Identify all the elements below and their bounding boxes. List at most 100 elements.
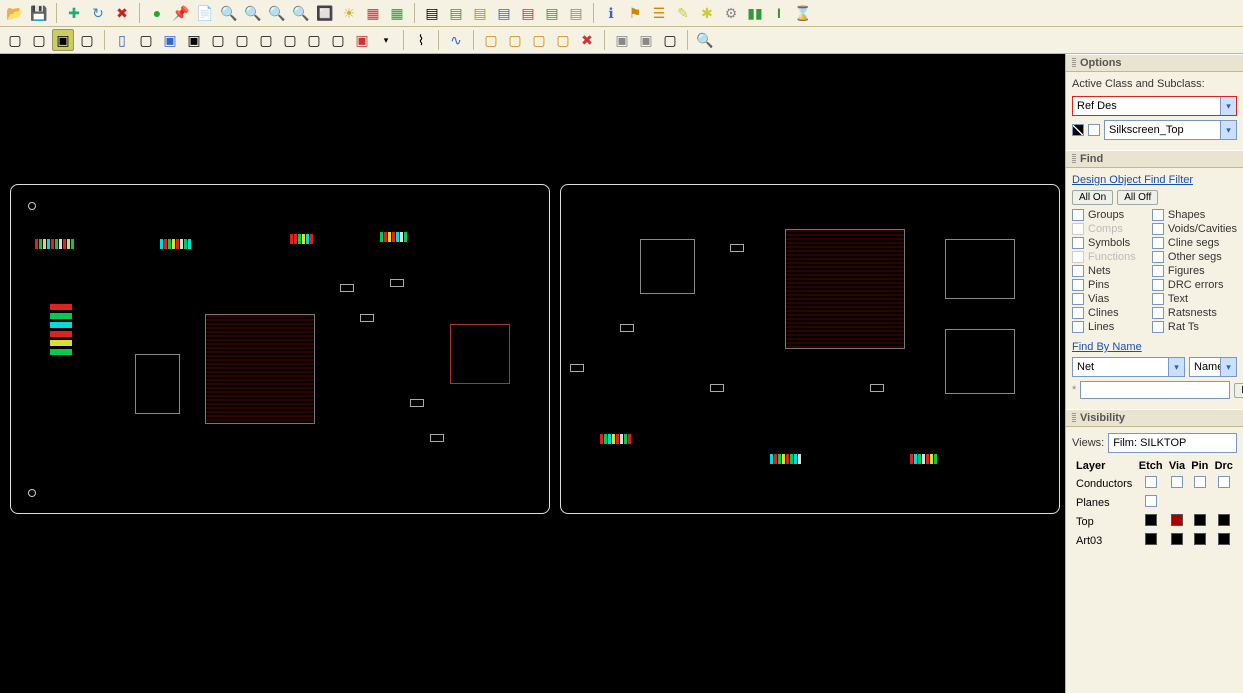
- layer-color-swatch[interactable]: [1171, 514, 1183, 526]
- table-icon[interactable]: ▤: [469, 2, 491, 24]
- table-icon[interactable]: ▤: [517, 2, 539, 24]
- views-dropdown[interactable]: Film: SILKTOP: [1108, 433, 1237, 453]
- options-panel-header[interactable]: Options: [1066, 54, 1243, 72]
- vis-checkbox[interactable]: [1145, 495, 1157, 507]
- plus-icon[interactable]: ✚: [63, 2, 85, 24]
- design-canvas[interactable]: [0, 54, 1065, 693]
- dot-green-icon[interactable]: ●: [146, 2, 168, 24]
- table-icon[interactable]: ▤: [493, 2, 515, 24]
- subclass-color-swatch[interactable]: [1072, 124, 1084, 136]
- tool-icon[interactable]: ▣: [183, 29, 205, 51]
- filter-checkbox[interactable]: [1072, 321, 1084, 333]
- layer-color-swatch[interactable]: [1145, 514, 1157, 526]
- flag-icon[interactable]: ⚑: [624, 2, 646, 24]
- tool-icon[interactable]: ▢: [255, 29, 277, 51]
- tool-icon[interactable]: ▢: [135, 29, 157, 51]
- tool-icon[interactable]: ✖: [576, 29, 598, 51]
- zoom-fit-icon[interactable]: 🔍: [218, 2, 240, 24]
- vis-checkbox[interactable]: [1145, 476, 1157, 488]
- find-panel-header[interactable]: Find: [1066, 150, 1243, 168]
- layer-color-swatch[interactable]: [1218, 533, 1230, 545]
- vis-checkbox[interactable]: [1218, 476, 1230, 488]
- layer-color-swatch[interactable]: [1171, 533, 1183, 545]
- sun-icon[interactable]: ☀: [338, 2, 360, 24]
- tool-icon[interactable]: ▣: [52, 29, 74, 51]
- table-icon[interactable]: ▤: [445, 2, 467, 24]
- layer-color-swatch[interactable]: [1145, 533, 1157, 545]
- filter-checkbox[interactable]: [1152, 293, 1164, 305]
- bars-green-icon[interactable]: ▮▮: [744, 2, 766, 24]
- rotate-icon[interactable]: ↻: [87, 2, 109, 24]
- delete-icon[interactable]: ✖: [111, 2, 133, 24]
- tool-icon[interactable]: ▢: [4, 29, 26, 51]
- filter-checkbox[interactable]: [1152, 279, 1164, 291]
- tool-icon[interactable]: ▣: [611, 29, 633, 51]
- tool-icon[interactable]: ▢: [659, 29, 681, 51]
- tool-icon[interactable]: ▢: [480, 29, 502, 51]
- tool-icon[interactable]: ▢: [279, 29, 301, 51]
- save-icon[interactable]: 💾: [28, 2, 50, 24]
- filter-checkbox[interactable]: [1072, 265, 1084, 277]
- gear-icon[interactable]: ⚙: [720, 2, 742, 24]
- filter-checkbox[interactable]: [1152, 237, 1164, 249]
- tool-icon[interactable]: ▣: [351, 29, 373, 51]
- filter-checkbox[interactable]: [1152, 251, 1164, 263]
- filter-checkbox[interactable]: [1072, 279, 1084, 291]
- tool-icon[interactable]: ⌇: [410, 29, 432, 51]
- tool-icon[interactable]: ▢: [231, 29, 253, 51]
- tool-icon[interactable]: ▢: [28, 29, 50, 51]
- subclass-dropdown[interactable]: Silkscreen_Top ▾: [1104, 120, 1237, 140]
- find-name-dropdown[interactable]: Name ▾: [1189, 357, 1237, 377]
- zoom-in-icon[interactable]: 🔍: [242, 2, 264, 24]
- layer-color-swatch[interactable]: [1194, 514, 1206, 526]
- table-icon[interactable]: ▤: [541, 2, 563, 24]
- filter-checkbox[interactable]: [1152, 321, 1164, 333]
- tool-icon[interactable]: ▢: [327, 29, 349, 51]
- star-icon[interactable]: ✱: [696, 2, 718, 24]
- tool-icon[interactable]: ▢: [207, 29, 229, 51]
- layer-color-swatch[interactable]: [1194, 533, 1206, 545]
- filter-checkbox[interactable]: [1152, 209, 1164, 221]
- all-off-button[interactable]: All Off: [1117, 190, 1158, 205]
- bars-icon[interactable]: ☰: [648, 2, 670, 24]
- tool-icon[interactable]: ▯: [111, 29, 133, 51]
- zoom-out-icon[interactable]: 🔍: [266, 2, 288, 24]
- folder-open-icon[interactable]: 📂: [4, 2, 26, 24]
- filter-checkbox[interactable]: [1152, 223, 1164, 235]
- tool-icon[interactable]: ▢: [528, 29, 550, 51]
- letter-icon[interactable]: I: [768, 2, 790, 24]
- layers-icon[interactable]: ▦: [362, 2, 384, 24]
- find-name-input[interactable]: [1080, 381, 1230, 399]
- vis-checkbox[interactable]: [1171, 476, 1183, 488]
- more-button[interactable]: More...: [1234, 383, 1243, 398]
- tool-icon[interactable]: ▣: [635, 29, 657, 51]
- subclass-visible-checkbox[interactable]: [1088, 124, 1100, 136]
- filter-checkbox[interactable]: [1072, 209, 1084, 221]
- table-icon[interactable]: ▤: [565, 2, 587, 24]
- search-icon[interactable]: 🔍: [694, 29, 716, 51]
- vis-checkbox[interactable]: [1194, 476, 1206, 488]
- hourglass-icon[interactable]: ⌛: [792, 2, 814, 24]
- filter-checkbox[interactable]: [1072, 293, 1084, 305]
- filter-checkbox[interactable]: [1072, 237, 1084, 249]
- zoom-previous-icon[interactable]: 🔲: [314, 2, 336, 24]
- grid-icon[interactable]: ▦: [386, 2, 408, 24]
- dropdown-icon[interactable]: ▾: [375, 29, 397, 51]
- filter-checkbox[interactable]: [1152, 265, 1164, 277]
- filter-checkbox[interactable]: [1152, 307, 1164, 319]
- waveform-icon[interactable]: ∿: [445, 29, 467, 51]
- class-dropdown[interactable]: Ref Des ▾: [1072, 96, 1237, 116]
- visibility-panel-header[interactable]: Visibility: [1066, 409, 1243, 427]
- tool-icon[interactable]: ▢: [552, 29, 574, 51]
- table-icon[interactable]: ▤: [421, 2, 443, 24]
- filter-checkbox[interactable]: [1072, 307, 1084, 319]
- tool-icon[interactable]: ▢: [76, 29, 98, 51]
- tool-icon[interactable]: ▢: [303, 29, 325, 51]
- all-on-button[interactable]: All On: [1072, 190, 1113, 205]
- find-type-dropdown[interactable]: Net ▾: [1072, 357, 1185, 377]
- document-icon[interactable]: 📄: [194, 2, 216, 24]
- tool-icon[interactable]: ▣: [159, 29, 181, 51]
- tool-icon[interactable]: ▢: [504, 29, 526, 51]
- pin-icon[interactable]: 📌: [170, 2, 192, 24]
- wand-icon[interactable]: ✎: [672, 2, 694, 24]
